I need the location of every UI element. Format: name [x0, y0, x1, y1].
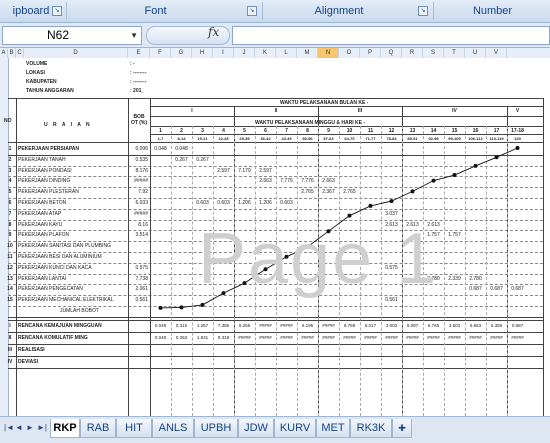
- clipboard-launcher-icon[interactable]: ↘: [52, 6, 62, 16]
- column-header-a[interactable]: A: [0, 48, 8, 58]
- formula-input[interactable]: [232, 26, 550, 45]
- column-header-p[interactable]: P: [360, 48, 381, 58]
- column-header-c[interactable]: C: [16, 48, 24, 58]
- column-header-h[interactable]: H: [192, 48, 213, 58]
- ribbon-group-font[interactable]: Font: [68, 0, 243, 22]
- sheet-tab-rab[interactable]: RAB: [80, 419, 116, 438]
- insert-sheet-icon[interactable]: ✚: [392, 419, 412, 438]
- ribbon: ipboard ↘ Font ↘ Alignment ↘ Number: [0, 0, 550, 23]
- sheet-tab-bar: |◄ ◄ ► ►| RKP RAB HIT ANLS UPBH JDW KURV MET RK3K ✚: [0, 416, 550, 443]
- column-header-g[interactable]: G: [171, 48, 192, 58]
- font-launcher-icon[interactable]: ↘: [247, 6, 257, 16]
- s-curve-point-14: [431, 178, 436, 183]
- s-curve-point-15: [452, 173, 457, 178]
- s-curve-point-12: [389, 199, 394, 204]
- s-curve-point-11: [368, 203, 373, 208]
- column-header-k[interactable]: K: [255, 48, 276, 58]
- s-curve-point-3: [200, 302, 205, 307]
- ribbon-group-number[interactable]: Number: [435, 0, 550, 22]
- name-box[interactable]: N62 ▼: [2, 26, 142, 45]
- chevron-down-icon[interactable]: ▼: [130, 27, 138, 44]
- s-curve-point-13: [410, 189, 415, 194]
- column-header-i[interactable]: I: [213, 48, 234, 58]
- column-header-j[interactable]: J: [234, 48, 255, 58]
- alignment-launcher-icon[interactable]: ↘: [418, 6, 428, 16]
- column-header-v[interactable]: V: [486, 48, 507, 58]
- s-curve-point-2: [179, 305, 184, 310]
- column-header-e[interactable]: E: [128, 48, 150, 58]
- sheet-tab-hit[interactable]: HIT: [116, 419, 152, 438]
- sheet-tab-jdw[interactable]: JDW: [238, 419, 274, 438]
- sheet-tab-met[interactable]: MET: [316, 419, 350, 438]
- tab-nav-button[interactable]: ◄: [15, 423, 23, 432]
- s-curve-point-17: [494, 155, 499, 160]
- column-header-m[interactable]: M: [297, 48, 318, 58]
- formula-bar: N62 ▼ fx: [0, 23, 550, 48]
- name-box-value: N62: [47, 28, 70, 42]
- column-header-d[interactable]: D: [24, 48, 128, 58]
- column-header-f[interactable]: F: [150, 48, 171, 58]
- worksheet[interactable]: VOLUME : - LOKASI : -------- KABUPATEN :…: [0, 58, 550, 416]
- column-header-q[interactable]: Q: [381, 48, 402, 58]
- column-header-u[interactable]: U: [465, 48, 486, 58]
- tab-nav-button[interactable]: ►: [26, 423, 34, 432]
- column-header-b[interactable]: B: [8, 48, 16, 58]
- column-header-r[interactable]: R: [402, 48, 423, 58]
- function-icon[interactable]: fx: [208, 25, 219, 39]
- column-header-n[interactable]: N: [318, 48, 339, 58]
- column-header-s[interactable]: S: [423, 48, 444, 58]
- ribbon-separator: [262, 2, 263, 20]
- sheet-tab-upbh[interactable]: UPBH: [194, 419, 238, 438]
- column-header-l[interactable]: L: [276, 48, 297, 58]
- s-curve-point-1: [158, 305, 163, 310]
- tab-nav-button[interactable]: |◄: [4, 423, 14, 432]
- ribbon-group-alignment[interactable]: Alignment: [264, 0, 414, 22]
- column-header-t[interactable]: T: [444, 48, 465, 58]
- ribbon-separator: [433, 2, 434, 20]
- s-curve-point-18: [515, 146, 520, 150]
- sheet-tab-anls[interactable]: ANLS: [152, 419, 194, 438]
- s-curve-point-16: [473, 163, 478, 168]
- ribbon-separator: [66, 2, 67, 20]
- sheet-tab-rkp[interactable]: RKP: [50, 419, 80, 438]
- page-watermark: Page 1: [198, 219, 439, 299]
- sheet-tab-kurv[interactable]: KURV: [274, 419, 316, 438]
- column-header-o[interactable]: O: [339, 48, 360, 58]
- tab-nav-button[interactable]: ►|: [37, 423, 47, 432]
- sheet-tab-rk3k[interactable]: RK3K: [350, 419, 392, 438]
